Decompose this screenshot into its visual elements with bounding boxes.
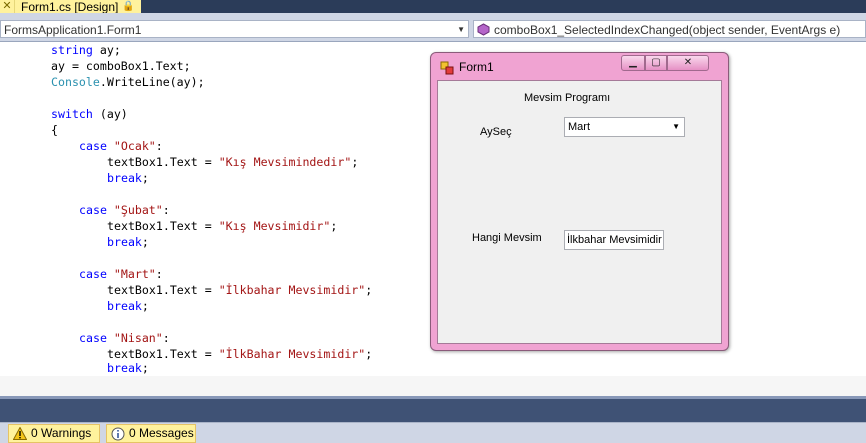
tab-title: Form1.cs [Design]: [21, 0, 119, 14]
messages-filter-button[interactable]: 0 Messages: [106, 424, 196, 443]
class-dropdown-value: FormsApplication1.Form1: [4, 23, 142, 37]
code-line: string ay;: [51, 43, 121, 57]
member-dropdown-value: comboBox1_SelectedIndexChanged(object se…: [494, 23, 841, 37]
chevron-down-icon: ▼: [672, 122, 680, 131]
month-combobox[interactable]: Mart ▼: [564, 117, 685, 137]
document-tab-strip: ✕ Form1.cs [Design] 🔒: [0, 0, 866, 14]
tab-form1-design[interactable]: ✕ Form1.cs [Design] 🔒: [0, 0, 141, 14]
close-tab-button[interactable]: ✕: [0, 0, 15, 13]
minimize-button[interactable]: ▁: [621, 55, 645, 71]
method-icon: [477, 23, 490, 36]
code-line: textBox1.Text = "Kış Mevsimidir";: [107, 219, 338, 233]
code-line: switch (ay): [51, 107, 128, 121]
hangi-mevsim-label: Hangi Mevsim: [472, 232, 542, 244]
class-dropdown[interactable]: FormsApplication1.Form1 ▼: [0, 20, 469, 38]
warnings-filter-button[interactable]: 0 Warnings: [8, 424, 100, 443]
chevron-down-icon: ▼: [457, 25, 465, 34]
season-textbox[interactable]: İlkbahar Mevsimidir: [564, 230, 664, 250]
code-line: textBox1.Text = "İlkbahar Mevsimidir";: [107, 283, 373, 297]
code-line: break;: [107, 299, 149, 313]
code-line: ay = comboBox1.Text;: [51, 59, 191, 73]
form-title: Form1: [459, 60, 494, 74]
code-line: case "Şubat":: [79, 203, 170, 217]
error-list-toolbar: 0 Warnings 0 Messages: [0, 422, 866, 443]
warnings-count: 0 Warnings: [31, 426, 92, 440]
month-combobox-value: Mart: [568, 121, 590, 133]
code-line: break;: [107, 171, 149, 185]
code-line: textBox1.Text = "Kış Mevsimindedir";: [107, 155, 359, 169]
code-line: {: [51, 123, 58, 137]
program-title-label: Mevsim Programı: [524, 92, 611, 104]
code-line: case "Ocak":: [79, 139, 163, 153]
season-textbox-value: İlkbahar Mevsimidir: [567, 234, 662, 246]
form1-window[interactable]: Form1 ▁ ▢ ✕ Mevsim Programı AySeç Mart ▼…: [430, 52, 729, 351]
form-client-area: Mevsim Programı AySeç Mart ▼ Hangi Mevsi…: [437, 80, 722, 344]
messages-count: 0 Messages: [129, 426, 194, 440]
navigation-bar: FormsApplication1.Form1 ▼ comboBox1_Sele…: [0, 13, 866, 42]
panel-divider: [0, 396, 866, 422]
close-button[interactable]: ✕: [667, 55, 709, 71]
code-line: Console.WriteLine(ay);: [51, 75, 205, 89]
editor-bottom-area: [0, 376, 866, 396]
member-dropdown[interactable]: comboBox1_SelectedIndexChanged(object se…: [473, 20, 866, 38]
info-icon: [111, 427, 125, 440]
maximize-button[interactable]: ▢: [645, 55, 667, 71]
code-line: case "Nisan":: [79, 331, 170, 345]
lock-icon: 🔒: [122, 1, 135, 12]
code-line: break;: [107, 235, 149, 249]
form-icon: [440, 61, 454, 75]
code-line: break;: [107, 361, 149, 375]
ay-sec-label: AySeç: [480, 126, 512, 138]
code-line: case "Mart":: [79, 267, 163, 281]
warning-icon: [13, 427, 27, 440]
